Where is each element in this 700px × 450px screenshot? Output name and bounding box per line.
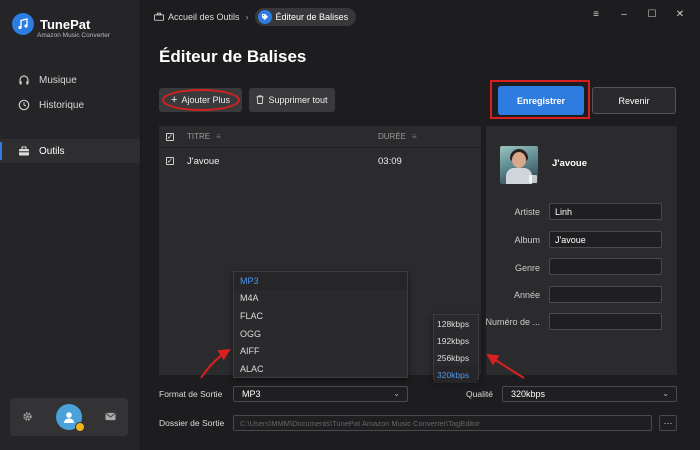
gear-icon[interactable] (22, 411, 33, 424)
sidebar-item-historique[interactable]: Historique (0, 93, 140, 117)
format-option-mp3[interactable]: MP3 (234, 272, 407, 290)
format-option-ogg[interactable]: OGG (234, 325, 407, 343)
edit-icon[interactable] (529, 175, 537, 183)
format-select[interactable]: MP3 ⌄ (233, 386, 408, 402)
sidebar-item-outils[interactable]: Outils (0, 139, 140, 163)
save-button[interactable]: Enregistrer (498, 86, 584, 115)
breadcrumb-home-label: Accueil des Outils (168, 12, 240, 22)
field-label-artist: Artiste (514, 207, 540, 217)
track-number-field[interactable] (549, 313, 662, 330)
plus-icon: + (171, 93, 178, 106)
row-title: J'avoue (187, 155, 220, 167)
format-option-m4a[interactable]: M4A (234, 290, 407, 308)
app-logo-icon (12, 13, 34, 35)
breadcrumb-current: Éditeur de Balises (254, 8, 357, 26)
sidebar: TunePat Amazon Music Converter Musique H… (0, 0, 141, 450)
year-field[interactable] (549, 286, 662, 303)
format-option-alac[interactable]: ALAC (234, 360, 407, 378)
menu-icon[interactable]: ≡ (590, 9, 602, 20)
trash-icon (256, 94, 264, 106)
album-cover[interactable] (500, 146, 538, 184)
window-controls: ≡ – ☐ ✕ (590, 9, 686, 20)
sidebar-item-label: Outils (39, 145, 65, 157)
tag-panel: J'avoue Artiste Linh Album J'avoue Genre… (485, 126, 677, 375)
tag-icon (257, 10, 272, 24)
badge-icon (74, 422, 85, 432)
quality-select-value: 320kbps (511, 389, 546, 399)
chevron-right-icon: › (245, 12, 249, 22)
field-label-album: Album (514, 235, 540, 245)
quality-option-128[interactable]: 128kbps (434, 315, 478, 332)
add-more-label: Ajouter Plus (181, 95, 230, 105)
app-name: TunePat (40, 16, 91, 32)
row-duration: 03:09 (378, 155, 402, 167)
close-icon[interactable]: ✕ (674, 9, 686, 20)
filter-icon: ≡ (216, 132, 221, 141)
format-option-flac[interactable]: FLAC (234, 307, 407, 325)
table-header: ✓ TITRE ≡ DURÉE ≡ (159, 126, 481, 148)
breadcrumb-home[interactable]: Accueil des Outils (154, 12, 240, 23)
toolbox-icon (18, 145, 30, 157)
back-button[interactable]: Revenir (592, 87, 676, 114)
breadcrumb-current-label: Éditeur de Balises (275, 12, 349, 22)
filter-icon: ≡ (412, 132, 417, 141)
quality-dropdown-list: 128kbps 192kbps 256kbps 320kbps (433, 314, 479, 383)
minimize-icon[interactable]: – (618, 9, 630, 20)
sidebar-item-label: Musique (39, 74, 77, 86)
format-option-aiff[interactable]: AIFF (234, 342, 407, 360)
field-label-year: Année (513, 290, 540, 300)
format-select-value: MP3 (242, 389, 261, 399)
add-more-button[interactable]: + Ajouter Plus (159, 88, 242, 112)
delete-all-button[interactable]: Supprimer tout (249, 88, 335, 112)
field-label-genre: Genre (514, 263, 540, 273)
quality-option-320[interactable]: 320kbps (434, 366, 478, 383)
quality-option-256[interactable]: 256kbps (434, 349, 478, 366)
page-title: Éditeur de Balises (159, 47, 307, 66)
mail-icon[interactable] (105, 412, 116, 423)
album-field[interactable]: J'avoue (549, 231, 662, 248)
column-duration-label: DURÉE (378, 132, 407, 141)
table-row[interactable]: ✓ J'avoue 03:09 (159, 148, 481, 174)
artist-field[interactable]: Linh (549, 203, 662, 220)
breadcrumb: Accueil des Outils › Éditeur de Balises (154, 8, 357, 26)
column-title[interactable]: TITRE ≡ (187, 132, 378, 141)
maximize-icon[interactable]: ☐ (646, 9, 658, 20)
chevron-down-icon: ⌄ (393, 389, 400, 398)
clock-icon (18, 99, 30, 111)
format-label: Format de Sortie (159, 389, 223, 399)
field-label-track-number: Numéro de ... (485, 317, 540, 327)
column-title-label: TITRE (187, 132, 211, 141)
track-title: J'avoue (552, 158, 587, 169)
quality-select[interactable]: 320kbps ⌄ (502, 386, 677, 402)
sidebar-item-musique[interactable]: Musique (0, 68, 140, 92)
chevron-down-icon: ⌄ (662, 389, 669, 398)
folder-label: Dossier de Sortie (159, 418, 225, 428)
select-all-checkbox[interactable]: ✓ (166, 132, 174, 141)
headphones-icon (18, 74, 30, 86)
genre-field[interactable] (549, 258, 662, 275)
browse-folder-button[interactable]: ··· (659, 415, 677, 431)
quality-option-192[interactable]: 192kbps (434, 332, 478, 349)
toolbox-icon (154, 12, 164, 23)
avatar[interactable] (55, 404, 85, 432)
app-subtitle: Amazon Music Converter (37, 32, 110, 39)
output-folder-field[interactable]: C:\Users\MMM\Documents\TunePat Amazon Mu… (233, 415, 652, 431)
quality-label: Qualité (466, 389, 493, 399)
delete-all-label: Supprimer tout (268, 95, 328, 105)
row-checkbox[interactable]: ✓ (166, 157, 174, 165)
sidebar-item-label: Historique (39, 99, 85, 111)
format-dropdown-list: MP3 M4A FLAC OGG AIFF ALAC (233, 271, 408, 378)
column-duration[interactable]: DURÉE ≡ (378, 132, 417, 141)
sidebar-footer (10, 398, 128, 436)
